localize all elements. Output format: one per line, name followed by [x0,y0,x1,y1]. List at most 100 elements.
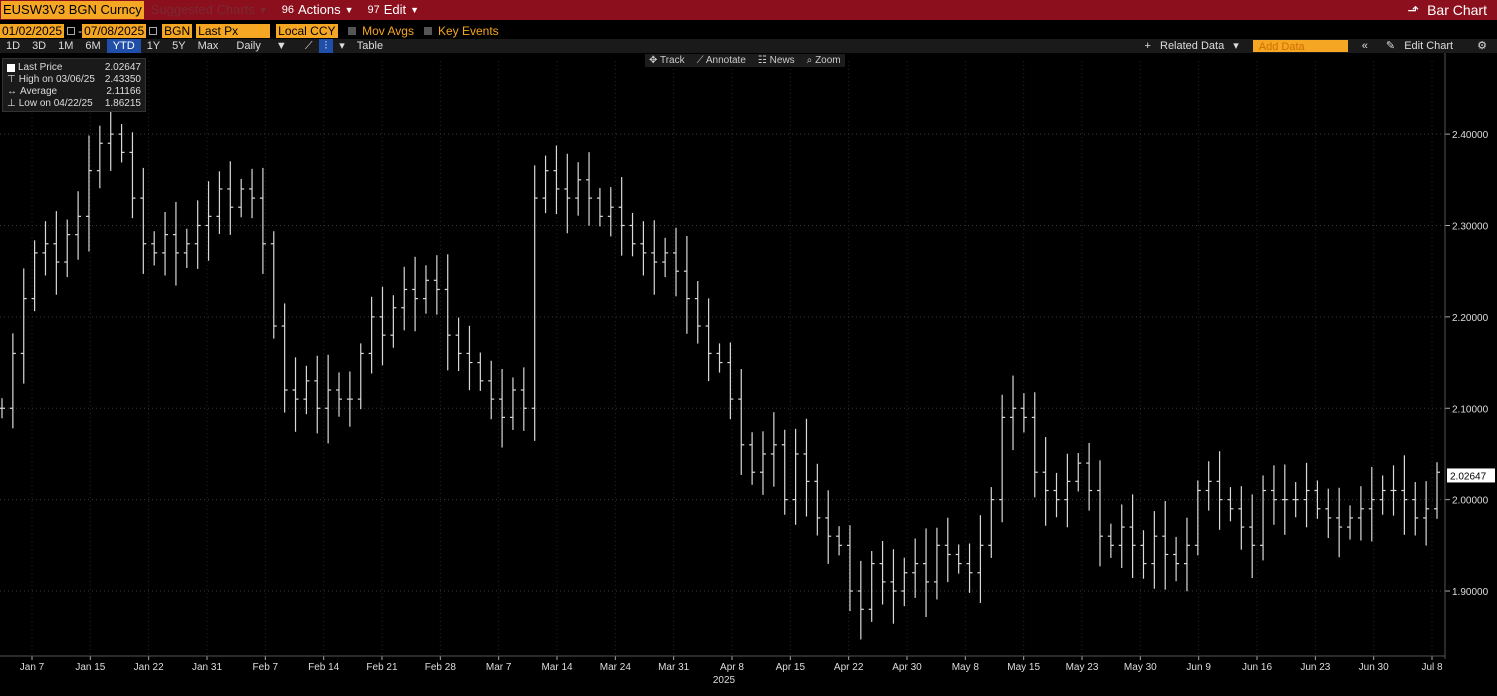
annotate-tool[interactable]: ⟋ Annotate [697,54,746,67]
line-chart-icon[interactable]: ⟋ [299,39,319,53]
ohlc-bar [1434,462,1440,519]
period-1y[interactable]: 1Y [141,39,166,53]
ohlc-bar [455,317,462,372]
x-tick-label: Jan 31 [192,662,222,673]
chevron-down-icon[interactable]: ▾ [333,39,351,53]
period-1d[interactable]: 1D [0,39,26,53]
chart-tools: ✥ Track ⟋ Annotate ☷ News ⌕ Zoom [645,54,845,67]
suggested-charts-button[interactable]: Suggested Charts ▼ [144,0,275,20]
ohlc-bar [629,212,636,257]
period-5y[interactable]: 5Y [166,39,191,53]
ohlc-bar [596,188,603,227]
edit-chart-label: Edit Chart [1404,40,1454,52]
ohlc-bar [694,281,701,344]
ohlc-bar [759,431,766,495]
ohlc-bar [1107,523,1114,558]
edit-chart-button[interactable]: ✎ Edit Chart [1380,39,1465,53]
bar-chart-icon[interactable]: ⫶ [318,39,334,53]
ohlc-bar [259,167,266,274]
ohlc-bar [836,526,843,556]
actions-number: 96 [281,4,294,16]
add-data-input[interactable]: Add Data [1252,40,1348,53]
period-3d[interactable]: 3D [26,39,52,53]
key-events-checkbox[interactable] [423,27,432,35]
period-max[interactable]: Max [192,39,225,53]
chart-legend: Last Price 2.02647 ⊤ High on 03/06/25 2.433… [2,58,146,112]
ohlc-bar [172,201,179,286]
ohlc-bar [444,254,451,371]
ohlc-bar [1401,455,1408,535]
ohlc-bar [368,296,375,374]
start-date-input[interactable]: 01/02/2025 [0,24,65,38]
ohlc-bar [1249,494,1256,579]
legend-last: Last Price 2.02647 [7,62,141,74]
security-field[interactable]: EUSW3V3 BGN Curncy [1,1,144,19]
ohlc-bar [1227,487,1234,522]
ohlc-bar [857,560,864,640]
period-6m[interactable]: 6M [79,39,106,53]
chevron-down-icon: ▼ [258,5,268,15]
ohlc-bar [542,155,549,214]
ohlc-bar [890,549,897,624]
ohlc-bar [433,255,440,315]
gear-icon[interactable]: ⚙ [1471,39,1493,53]
bar-chart-title[interactable]: ⬏ Bar Chart [1407,0,1487,20]
actions-button[interactable]: 96 Actions ▼ [275,0,361,20]
ohlc-bar [357,343,364,410]
ohlc-bar [314,355,321,434]
ohlc-bar [651,220,658,295]
x-tick-label: Jun 16 [1242,662,1272,673]
period-toolbar: 1D 3D 1M 6M YTD 1Y 5Y Max Daily ▼ ⟋ ⫶ ▾ … [0,39,1497,53]
field-select[interactable]: Last Px [196,24,271,38]
key-events-label[interactable]: Key Events [438,24,499,38]
ohlc-bar [281,303,288,413]
ohlc-bar [879,540,886,605]
y-tick-label: 2.20000 [1452,313,1489,324]
ohlc-bar [488,360,495,420]
ohlc-bar [716,343,723,373]
calendar-icon[interactable] [149,27,158,35]
mov-avgs-label[interactable]: Mov Avgs [362,24,414,38]
end-date-input[interactable]: 07/08/2025 [82,24,147,38]
x-tick-label: Jun 23 [1300,662,1330,673]
chevron-down-icon: ▼ [275,40,287,52]
high-marker-icon: ⊤ [7,74,16,85]
ohlc-bar [401,266,408,331]
table-button[interactable]: Table [351,39,389,53]
ohlc-bar [1183,517,1190,592]
frequency-select[interactable]: Daily ▼ [224,39,298,53]
related-data-button[interactable]: + Related Data ▾ [1139,39,1245,53]
ohlc-bar [988,487,995,558]
ohlc-bar [1173,536,1180,582]
track-tool[interactable]: ✥ Track [649,54,685,67]
legend-low: ⊥ Low on 04/22/25 1.86215 [7,98,141,110]
source-input[interactable]: BGN [162,24,193,38]
y-tick-label: 2.40000 [1452,130,1489,141]
mov-avgs-checkbox[interactable] [348,27,357,35]
period-1m[interactable]: 1M [52,39,79,53]
news-tool[interactable]: ☷ News [758,54,795,67]
ohlc-bar [640,221,647,276]
x-tick-label: May 8 [952,662,980,673]
ohlc-bar [966,543,973,593]
ohlc-bar [749,432,756,485]
chart-controls: 01/02/2025 - 07/08/2025 BGN Last Px Loca… [0,23,1497,39]
ohlc-bar [923,528,930,618]
ohlc-bar [509,377,516,430]
ohlc-bar [151,231,158,266]
ohlc-bar [346,371,353,427]
calendar-icon[interactable] [67,27,76,35]
ohlc-bar [868,551,875,622]
ohlc-bar [129,132,136,219]
currency-select[interactable]: Local CCY [276,24,339,38]
legend-low-label: Low on 04/22/25 [18,98,93,109]
x-tick-label: May 30 [1124,662,1157,673]
x-tick-label: Apr 15 [776,662,806,673]
collapse-icon[interactable]: « [1356,39,1374,53]
ohlc-bar [1325,488,1332,539]
x-tick-label: Apr 8 [720,662,744,673]
period-ytd[interactable]: YTD [106,39,141,53]
price-chart[interactable]: 1.90000 2.00000 2.10000 2.20000 2.30000 2.400… [0,53,1497,687]
edit-button[interactable]: 97 Edit ▼ [361,0,427,20]
zoom-tool[interactable]: ⌕ Zoom [807,54,841,67]
